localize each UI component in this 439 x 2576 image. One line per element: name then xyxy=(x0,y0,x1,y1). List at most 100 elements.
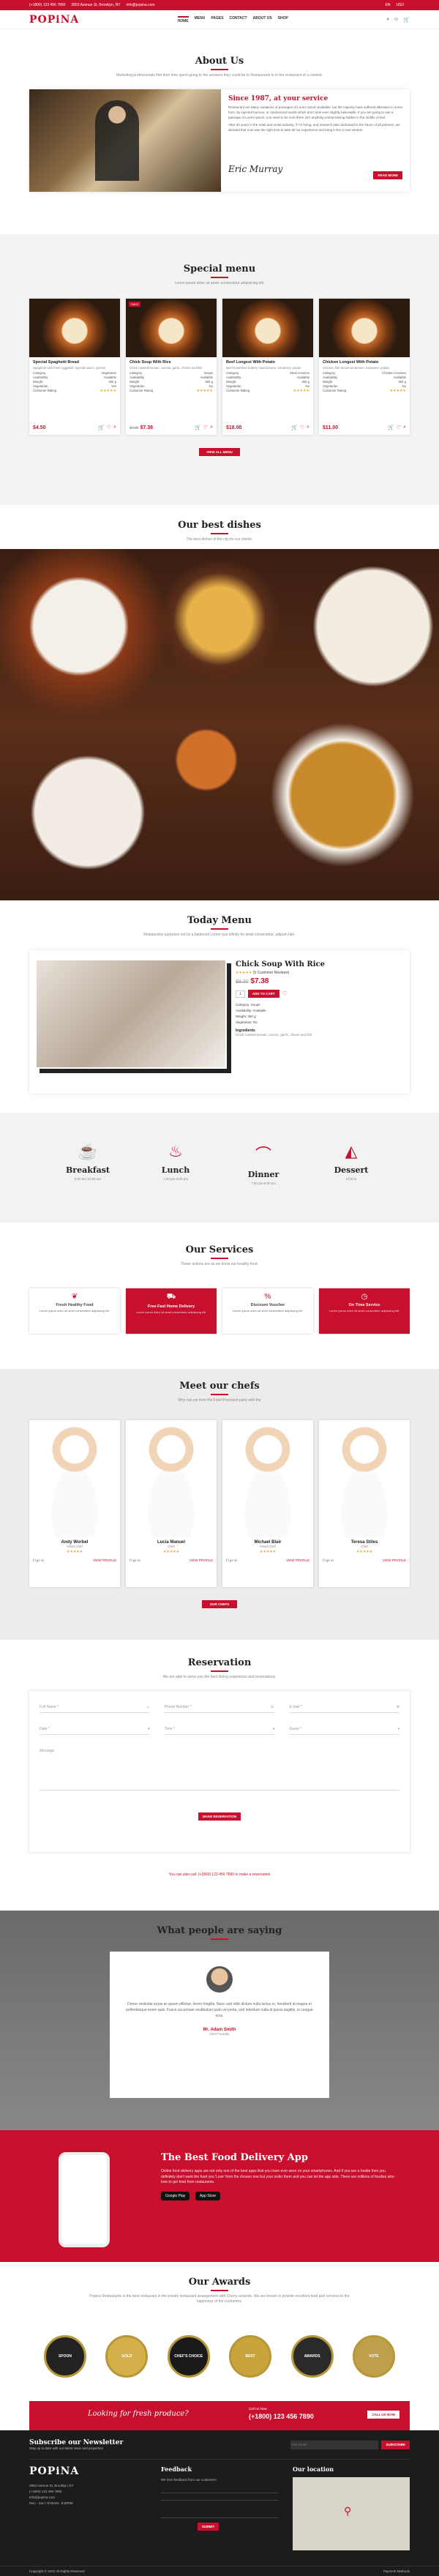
make-reservation-button[interactable]: MAKE RESERVATION xyxy=(198,1812,241,1821)
our-chefs-button[interactable]: OUR CHEFS xyxy=(202,1600,237,1608)
heart-icon[interactable]: ♡ xyxy=(397,425,401,430)
menu-card[interactable]: Beef Longest With Potato Beef tenderloin… xyxy=(222,299,313,435)
phone-text: (+1800) 123 456 7890 xyxy=(29,3,66,7)
chef-card[interactable]: Teresa Stiles Chef ★★★★★ f t g+ in VIEW P… xyxy=(319,1420,410,1587)
weight-label: Weight xyxy=(323,380,333,384)
email-field[interactable]: E-mail * ✉ xyxy=(289,1703,400,1713)
cart-icon[interactable]: 🛒 xyxy=(388,425,394,430)
rating-stars: ★★★★★ xyxy=(162,1550,180,1554)
cart-icon[interactable]: 🛒 xyxy=(195,425,201,430)
heart-icon[interactable]: ♡ xyxy=(107,425,111,430)
phone-field[interactable]: Phone Number * ☏ xyxy=(164,1703,275,1713)
view-profile-link[interactable]: VIEW PROFILE xyxy=(383,1558,406,1562)
social-icons[interactable]: f t g+ in xyxy=(226,1558,237,1562)
service-card[interactable]: ⛟ Free Fast Home Delivery Lorem ipsum dolo… xyxy=(126,1288,217,1334)
service-card[interactable]: ◷ On Time Service Lorem ipsum dolor sit am… xyxy=(319,1288,410,1334)
about-paragraph-1: Restaurant are Many variations of passag… xyxy=(228,105,403,119)
heart-icon[interactable]: ♡ xyxy=(203,425,208,430)
weight-label: Weight xyxy=(130,380,140,384)
about-card: Since 1987, at your service Restaurant a… xyxy=(29,89,410,192)
newsletter-email-input[interactable] xyxy=(290,2440,379,2449)
add-to-cart-button[interactable]: ADD TO CART xyxy=(247,990,279,998)
price: $7.38 xyxy=(140,425,153,430)
time-field[interactable]: Time * ▾ xyxy=(164,1725,275,1735)
submit-button[interactable]: SUBMIT xyxy=(198,2523,220,2531)
menu-card[interactable]: Special Spaghetti Bread Spaghetti with f… xyxy=(29,299,120,435)
reservation-subtitle: We are able to serve you the best dining… xyxy=(162,1675,277,1679)
vegetarian-label: Vegetarian xyxy=(33,384,48,389)
full-name-field[interactable]: Full Name * ☺ xyxy=(40,1703,150,1713)
app-store-button[interactable]: App Store xyxy=(195,2191,221,2200)
nav-pages[interactable]: PAGES xyxy=(211,16,223,23)
nav-home[interactable]: HOME xyxy=(177,15,189,23)
currency-select[interactable]: USD xyxy=(396,3,404,7)
heart-icon[interactable]: ♡ xyxy=(300,425,304,430)
feedback-name-field[interactable] xyxy=(161,2486,278,2494)
dish-name[interactable]: Chicken Longest With Potato xyxy=(323,360,406,365)
chef-card[interactable]: Michael Blair Head Chef ★★★★★ f t g+ in V… xyxy=(222,1420,313,1587)
category-text: Category: Soups xyxy=(236,1003,260,1007)
date-field[interactable]: Date * ▾ xyxy=(40,1725,150,1735)
meal-dinner: ⌒ Dinner 7:00 pm-9:00 pm xyxy=(230,1142,296,1222)
menu-card[interactable]: Chicken Longest With Potato Chicken file… xyxy=(319,299,410,435)
vegetarian-label: Vegetarian xyxy=(226,384,241,389)
service-name: Free Fast Home Delivery xyxy=(147,1304,195,1309)
signature: Eric Murray xyxy=(228,164,283,174)
search-icon[interactable]: ⌕ xyxy=(210,425,213,430)
quantity-stepper[interactable]: 1 xyxy=(236,990,245,998)
availability-value: Available xyxy=(200,376,213,380)
chef-photo xyxy=(29,1420,120,1537)
price: $18.00 xyxy=(226,425,242,430)
logo[interactable]: POPiNA xyxy=(29,14,79,26)
chef-card[interactable]: Andy Worbel Head Chef ★★★★★ f t g+ in VIE… xyxy=(29,1420,120,1587)
meal-dessert: ◭ Dessert All time xyxy=(318,1142,384,1222)
view-all-menu-button[interactable]: VIEW ALL MENU xyxy=(199,448,240,456)
nav-contact[interactable]: CONTACT xyxy=(229,16,247,23)
today-card: Chick Soup With Rice ★★★★★ (5 Customer R… xyxy=(29,950,410,1094)
weight-label: Weight xyxy=(226,380,236,384)
read-more-button[interactable]: READ MORE xyxy=(373,171,402,179)
language-select[interactable]: EN xyxy=(385,3,390,7)
message-field[interactable]: Message xyxy=(40,1747,399,1791)
search-icon[interactable]: ⌕ xyxy=(307,425,309,430)
heart-icon[interactable]: ♡ xyxy=(282,990,288,997)
nav-about[interactable]: ABOUT US xyxy=(253,16,272,23)
cart-icon[interactable]: 🛒 xyxy=(98,425,105,430)
nav-shop[interactable]: SHOP xyxy=(278,16,288,23)
user-icon[interactable]: ☺ xyxy=(394,17,399,23)
footer-email[interactable]: info@popina.com xyxy=(29,2495,139,2501)
chef-card[interactable]: Lucia Manuel Chef ★★★★★ f t g+ in VIEW PR… xyxy=(126,1420,217,1587)
view-profile-link[interactable]: VIEW PROFILE xyxy=(190,1558,213,1562)
view-profile-link[interactable]: VIEW PROFILE xyxy=(93,1558,116,1562)
google-play-button[interactable]: Google Play xyxy=(161,2191,190,2200)
dish-name[interactable]: Chick Soup With Rice xyxy=(130,360,213,365)
feedback-message-field[interactable] xyxy=(161,2501,278,2519)
award-badge: SPOON xyxy=(44,2335,86,2378)
search-icon[interactable]: ⌕ xyxy=(403,425,406,430)
social-icons[interactable]: f t g+ in xyxy=(323,1558,334,1562)
subscribe-button[interactable]: SUBSCRIBE xyxy=(381,2440,410,2449)
meal-times-section: ☕ Breakfast 8:00 am-10:00 am ♨ Lunch 1:00 pm… xyxy=(0,1113,439,1222)
location-map[interactable]: ⚲ xyxy=(293,2477,410,2550)
service-card[interactable]: ❦ Fresh Healthy Food Lorem ipsum dolor sit… xyxy=(29,1288,120,1334)
feedback-email-field[interactable] xyxy=(161,2493,278,2501)
menu-card[interactable]: SALE Chick Soup With Rice Chick roasted … xyxy=(126,299,217,435)
footer-logo[interactable]: POPiNA xyxy=(29,2465,139,2477)
cart-icon[interactable]: 🛒 xyxy=(291,425,298,430)
reviews-count[interactable]: (5 Customer Reviews) xyxy=(253,971,289,975)
search-icon[interactable]: ⌕ xyxy=(386,17,389,23)
service-text: Lorem ipsum dolor sit amet consectetur a… xyxy=(39,1309,110,1313)
view-profile-link[interactable]: VIEW PROFILE xyxy=(286,1558,309,1562)
service-card[interactable]: % Discount Voucher Lorem ipsum dolor sit a… xyxy=(222,1288,313,1334)
email-link[interactable]: info@popina.com xyxy=(127,3,155,7)
guest-field[interactable]: Guest * ▾ xyxy=(289,1725,400,1735)
nav-menu[interactable]: MENU xyxy=(195,16,206,23)
search-icon[interactable]: ⌕ xyxy=(113,425,116,430)
weight-value: 350 g xyxy=(108,380,116,384)
social-icons[interactable]: f t g+ in xyxy=(130,1558,140,1562)
cart-icon[interactable]: 🛒 xyxy=(403,17,410,23)
call-us-button[interactable]: CALL US NOW xyxy=(367,2411,399,2419)
dish-name[interactable]: Special Spaghetti Bread xyxy=(33,360,116,365)
social-icons[interactable]: f t g+ in xyxy=(33,1558,44,1562)
dish-name[interactable]: Beef Longest With Potato xyxy=(226,360,309,365)
